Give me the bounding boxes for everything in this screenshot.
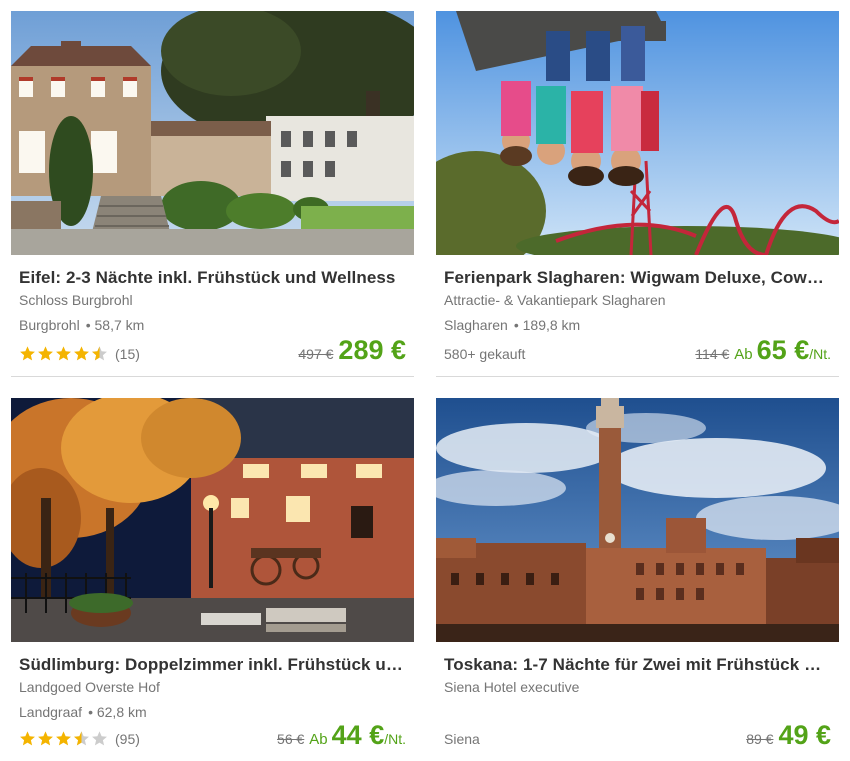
deal-image-castle-hotel[interactable] (11, 11, 414, 255)
current-price: 49 € (778, 720, 831, 750)
deal-footer: 580+ gekauft 114 € Ab 65 € /Nt. (444, 335, 831, 368)
star-icon (20, 346, 35, 361)
star-empty-icon (92, 731, 107, 746)
current-price: 289 € (338, 335, 406, 365)
deal-city: Siena (444, 731, 480, 747)
old-price: 89 € (746, 731, 774, 747)
rating-stars: (95) (19, 730, 140, 747)
star-half-icon (92, 346, 107, 361)
price-prefix: Ab (734, 346, 753, 363)
price-prefix: Ab (309, 731, 328, 748)
deals-grid: Eifel: 2-3 Nächte inkl. Frühstück und We… (0, 0, 850, 761)
deal-merchant: Schloss Burgbrohl (19, 292, 133, 308)
star-icon (20, 731, 35, 746)
deal-card-suedlimburg[interactable]: Südlimburg: Doppelzimmer inkl. Frühstück… (11, 398, 414, 761)
deal-image-siena[interactable] (436, 398, 839, 642)
deal-city: Burgbrohl (19, 317, 80, 333)
deal-title[interactable]: Südlimburg: Doppelzimmer inkl. Frühstück… (19, 655, 406, 675)
review-count: (15) (115, 345, 140, 362)
deal-merchant: Siena Hotel executive (444, 679, 580, 695)
price-unit: /Nt. (384, 731, 406, 747)
bought-count: 580+ gekauft (444, 346, 526, 362)
deal-distance: • 189,8 km (513, 317, 581, 333)
star-half-icon (74, 731, 89, 746)
old-price: 497 € (298, 346, 334, 362)
rating-stars: (15) (19, 345, 140, 362)
deal-title[interactable]: Toskana: 1-7 Nächte für Zwei mit Frühstü… (444, 655, 831, 675)
deal-title[interactable]: Ferienpark Slagharen: Wigwam Deluxe, Cow… (444, 268, 831, 288)
deal-merchant: Attractie- & Vakantiepark Slagharen (444, 292, 666, 308)
star-icon (56, 346, 71, 361)
old-price: 114 € (695, 346, 730, 362)
deal-footer: Siena 89 € 49 € (444, 720, 831, 753)
current-price: 65 € (756, 335, 810, 365)
deal-title[interactable]: Eifel: 2-3 Nächte inkl. Frühstück und We… (19, 268, 406, 288)
price-block: 89 € 49 € (746, 720, 831, 751)
deal-footer: (15) 497 € 289 € (19, 335, 406, 368)
deal-distance: • 62,8 km (88, 704, 147, 720)
deal-card-slagharen[interactable]: Ferienpark Slagharen: Wigwam Deluxe, Cow… (436, 11, 839, 377)
price-block: 497 € 289 € (298, 335, 406, 366)
deal-city: Slagharen (444, 317, 508, 333)
deal-distance: • 58,7 km (85, 317, 145, 333)
old-price: 56 € (277, 731, 305, 747)
deal-city: Landgraaf (19, 704, 83, 720)
deal-card-eifel[interactable]: Eifel: 2-3 Nächte inkl. Frühstück und We… (11, 11, 414, 377)
deal-footer: (95) 56 € Ab 44 € /Nt. (19, 720, 406, 753)
star-icon (74, 346, 89, 361)
star-icon (38, 346, 53, 361)
deal-location: Slagharen • 189,8 km (444, 317, 831, 335)
price-block: 56 € Ab 44 € /Nt. (277, 720, 406, 751)
star-icon (38, 731, 53, 746)
deal-image-rollercoaster[interactable] (436, 11, 839, 255)
price-block: 114 € Ab 65 € /Nt. (695, 335, 831, 366)
star-icon (56, 731, 71, 746)
current-price: 44 € (331, 720, 385, 750)
deal-card-toskana[interactable]: Toskana: 1-7 Nächte für Zwei mit Frühstü… (436, 398, 839, 761)
deal-location: Burgbrohl • 58,7 km (19, 317, 406, 335)
price-unit: /Nt. (809, 346, 831, 362)
deal-image-farmhouse[interactable] (11, 398, 414, 642)
review-count: (95) (115, 730, 140, 747)
deal-merchant: Landgoed Overste Hof (19, 679, 160, 695)
